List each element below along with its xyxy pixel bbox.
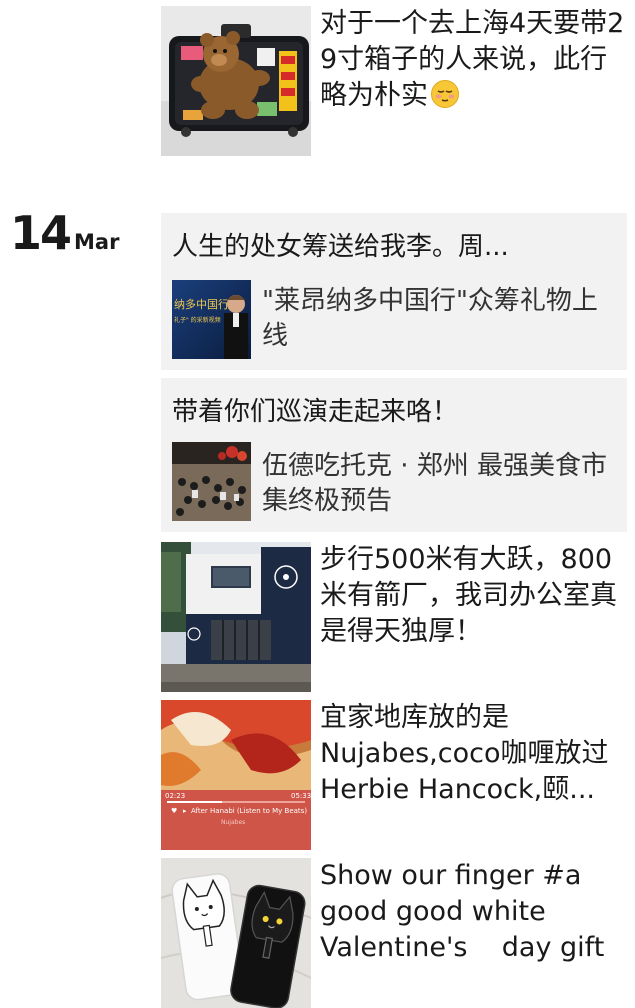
- share-thumb-text: 纳多中国行: [174, 297, 229, 311]
- post-thumbnail[interactable]: [161, 858, 311, 1008]
- share-thumbnail[interactable]: 纳多中国行 礼子" 的采新视频: [172, 280, 251, 359]
- post-caption: 步行500米有大跃，800米有箭厂，我司办公室真是得天独厚！: [320, 544, 617, 647]
- player-time-left: 02:23: [165, 792, 185, 800]
- post-thumbnail[interactable]: 02:23 05:33 ♥ ▸ After Hanabi (Listen to …: [161, 700, 311, 850]
- post-thumbnail[interactable]: [161, 6, 311, 156]
- share-link-text: 伍德吃托克 · 郑州 最强美食市集终极预告: [262, 451, 608, 516]
- shared-link-card[interactable]: 人生的处女筹送给我李。周... 纳多中国行 礼子" 的采新视频 "莱昂纳多中国行…: [161, 213, 627, 370]
- player-time-right: 05:33: [291, 792, 311, 800]
- post-caption: Show our finger #a good good white Valen…: [320, 860, 605, 963]
- svg-text:♥: ♥: [171, 807, 177, 815]
- moment-post[interactable]: 对于一个去上海4天要带29寸箱子的人来说，此行略为朴实: [161, 6, 631, 156]
- post-caption: 宜家地库放的是Nujabes,coco咖喱放过Herbie Hancock,颐.…: [320, 702, 609, 805]
- post-thumbnail[interactable]: [161, 542, 311, 692]
- share-thumbnail[interactable]: [172, 442, 251, 521]
- pensive-face-emoji-icon: [431, 80, 459, 108]
- date-month: Mar: [74, 230, 120, 254]
- share-title: 带着你们巡演走起来咯！: [172, 397, 459, 427]
- shared-link-card[interactable]: 带着你们巡演走起来咯！ 伍德吃托克 · 郑州 最强美食市集终极预告: [161, 378, 627, 532]
- share-title: 人生的处女筹送给我李。周...: [172, 232, 509, 262]
- date-header: 14 Mar: [10, 210, 119, 256]
- moment-post[interactable]: 步行500米有大跃，800米有箭厂，我司办公室真是得天独厚！: [161, 542, 631, 692]
- share-link-text: "莱昂纳多中国行"众筹礼物上线: [262, 286, 598, 351]
- moment-post[interactable]: 02:23 05:33 ♥ ▸ After Hanabi (Listen to …: [161, 700, 631, 850]
- date-day: 14: [10, 206, 72, 260]
- player-track: After Hanabi (Listen to My Beats): [191, 807, 307, 815]
- player-artist: Nujabes: [221, 819, 245, 826]
- moment-post[interactable]: Show our finger #a good good white Valen…: [161, 858, 631, 1008]
- svg-text:▸: ▸: [183, 807, 187, 815]
- post-caption-text: 对于一个去上海4天要带29寸箱子的人来说，此行略为朴实: [320, 8, 625, 111]
- post-caption: 对于一个去上海4天要带29寸箱子的人来说，此行略为朴实: [320, 6, 631, 114]
- share-thumb-subtext: 礼子" 的采新视频: [174, 316, 221, 324]
